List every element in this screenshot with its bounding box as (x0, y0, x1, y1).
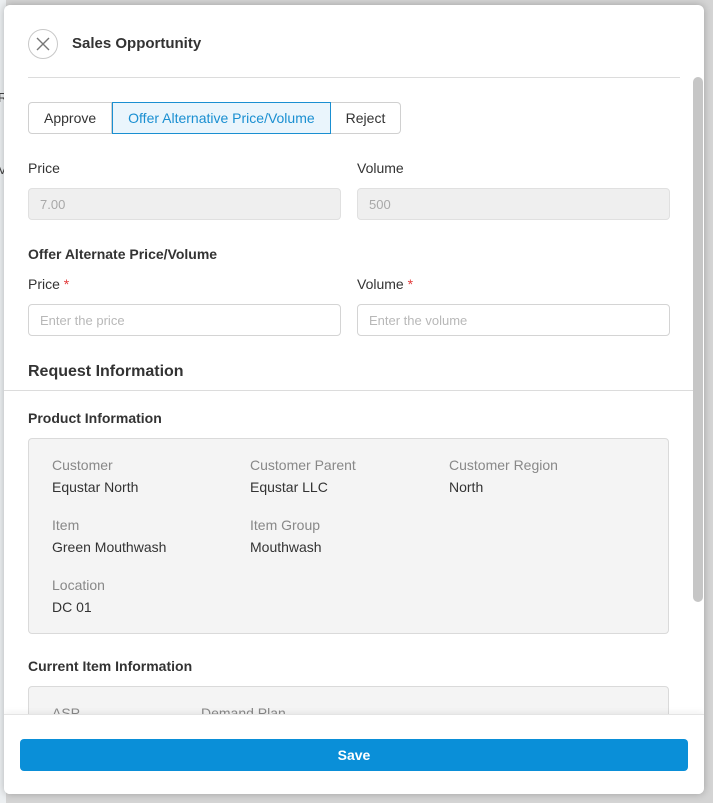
item-key: Item (52, 517, 80, 533)
tab-offer-alternative[interactable]: Offer Alternative Price/Volume (112, 102, 331, 134)
modal-footer: Save (4, 714, 704, 794)
location-value: DC 01 (52, 599, 92, 615)
price-label: Price (28, 160, 60, 176)
offer-price-label: Price * (28, 276, 69, 292)
tab-approve[interactable]: Approve (28, 102, 113, 134)
tab-reject[interactable]: Reject (330, 102, 402, 134)
close-icon (36, 37, 50, 51)
product-info-heading: Product Information (28, 410, 162, 426)
product-info-card: Customer Equstar North Customer Parent E… (28, 438, 669, 634)
customer-region-key: Customer Region (449, 457, 558, 473)
request-info-heading: Request Information (28, 363, 184, 380)
current-item-heading: Current Item Information (28, 658, 193, 674)
item-group-key: Item Group (250, 517, 321, 533)
sales-opportunity-modal: Sales Opportunity Approve Offer Alternat… (4, 5, 704, 794)
offer-volume-label-text: Volume (357, 276, 404, 292)
action-tabs: Approve Offer Alternative Price/Volume R… (28, 102, 402, 134)
current-volume-field (357, 188, 670, 220)
item-group-value: Mouthwash (250, 539, 322, 555)
save-button[interactable]: Save (20, 739, 688, 771)
close-button[interactable] (28, 29, 58, 59)
offer-volume-input[interactable] (357, 304, 670, 336)
location-key: Location (52, 577, 105, 593)
header-divider (28, 77, 680, 78)
modal-title: Sales Opportunity (72, 35, 202, 52)
current-price-field (28, 188, 341, 220)
offer-price-label-text: Price (28, 276, 60, 292)
offer-heading: Offer Alternate Price/Volume (28, 246, 218, 262)
customer-parent-key: Customer Parent (250, 457, 356, 473)
item-value: Green Mouthwash (52, 539, 167, 555)
request-info-divider (4, 390, 694, 391)
customer-parent-value: Equstar LLC (250, 479, 328, 495)
modal-header: Sales Opportunity (4, 5, 704, 78)
scrollbar-thumb[interactable] (693, 77, 703, 602)
customer-key: Customer (52, 457, 113, 473)
customer-region-value: North (449, 479, 484, 495)
offer-volume-label: Volume * (357, 276, 413, 292)
required-marker: * (407, 276, 414, 292)
customer-value: Equstar North (52, 479, 139, 495)
offer-price-input[interactable] (28, 304, 341, 336)
volume-label: Volume (357, 160, 404, 176)
required-marker: * (63, 276, 70, 292)
